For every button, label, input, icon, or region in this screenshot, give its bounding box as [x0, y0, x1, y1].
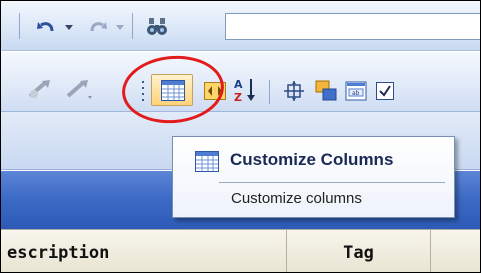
search-input[interactable] — [225, 13, 480, 40]
sort-az-icon: A Z — [234, 78, 255, 103]
toolbar-separator — [19, 13, 20, 39]
toolbar-separator — [132, 13, 133, 39]
svg-text:A: A — [234, 78, 243, 91]
insert-field-icon: ab — [345, 81, 367, 101]
sort-button[interactable]: A Z — [229, 74, 261, 104]
layers-button[interactable] — [311, 76, 339, 104]
outdent-button[interactable] — [23, 74, 57, 102]
column-header-label: Tag — [343, 242, 374, 263]
indent-button[interactable] — [61, 74, 97, 102]
auto-fit-icon — [284, 81, 304, 101]
quick-access-toolbar — [1, 1, 480, 51]
redo-icon — [90, 22, 107, 32]
outdent-icon — [28, 80, 50, 98]
column-header-label: escription — [7, 242, 110, 263]
binoculars-icon — [147, 18, 167, 35]
indent-icon — [66, 80, 92, 99]
column-header-tag[interactable]: Tag — [287, 230, 431, 272]
undo-icon — [37, 22, 54, 32]
column-header-empty[interactable] — [431, 230, 480, 272]
tooltip-divider — [219, 182, 445, 183]
find-button[interactable] — [141, 13, 171, 39]
redo-dropdown[interactable] — [112, 13, 126, 39]
redo-button[interactable] — [83, 13, 111, 39]
application-window: A Z ab escription Tag Customize Columns … — [0, 0, 481, 273]
svg-text:Z: Z — [234, 91, 242, 103]
insert-field-button[interactable]: ab — [341, 76, 369, 104]
chevron-down-icon — [65, 25, 73, 30]
toolbar-separator — [269, 80, 270, 104]
checkbox-button[interactable] — [371, 76, 399, 104]
customize-columns-icon — [195, 151, 219, 172]
auto-fit-button[interactable] — [279, 76, 307, 104]
undo-button[interactable] — [31, 13, 59, 39]
tooltip-title: Customize Columns — [230, 150, 394, 169]
checkbox-icon — [376, 82, 394, 100]
layers-icon — [315, 80, 337, 101]
tooltip-description: Customize columns — [231, 190, 362, 207]
chevron-down-icon — [116, 25, 124, 30]
column-header-description[interactable]: escription — [1, 230, 287, 272]
customize-columns-tooltip: Customize Columns Customize columns — [172, 136, 455, 218]
table-header-row: escription Tag — [1, 229, 480, 272]
svg-text:ab: ab — [352, 90, 360, 97]
main-toolbar: A Z ab — [1, 52, 480, 112]
undo-dropdown[interactable] — [61, 13, 75, 39]
